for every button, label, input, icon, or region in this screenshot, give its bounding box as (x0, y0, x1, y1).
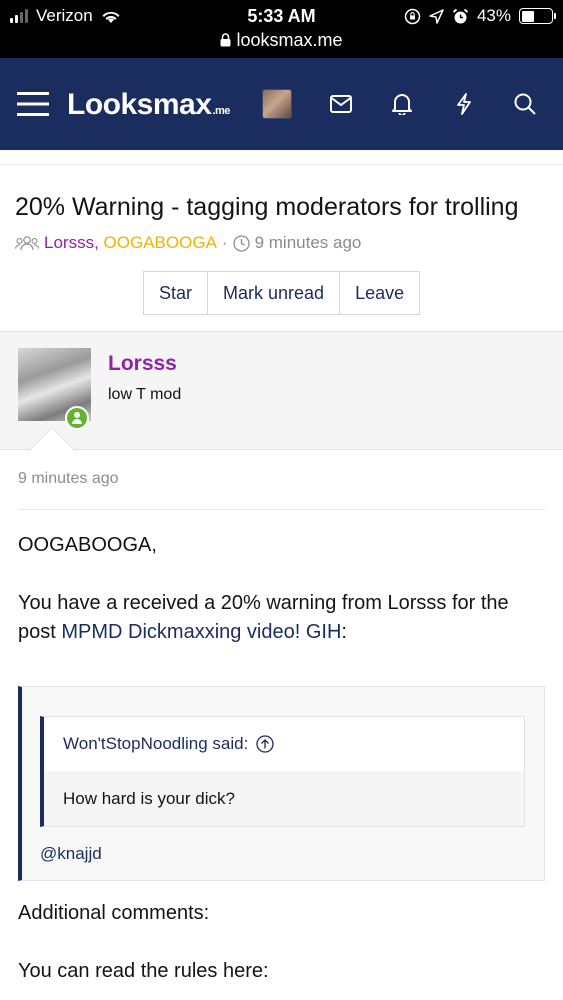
post-body-suffix: : (341, 621, 347, 643)
author-name[interactable]: Lorsss (108, 352, 177, 376)
bell-icon (392, 94, 412, 115)
search-icon (514, 93, 536, 115)
rules-text: You can read the rules here: (18, 960, 269, 982)
mention-link[interactable]: @knajjd (40, 844, 102, 864)
quote-header[interactable]: Won'tStopNoodling said: (44, 717, 524, 771)
post-link[interactable]: MPMD Dickmaxxing video! GIH (61, 621, 341, 643)
menu-button[interactable] (16, 58, 50, 150)
divider (18, 509, 545, 510)
thread-time: 9 minutes ago (254, 233, 362, 252)
url-text: looksmax.me (236, 30, 343, 50)
arrow-up-circle-icon[interactable] (256, 735, 274, 753)
page-title: 20% Warning - tagging moderators for tro… (15, 193, 519, 221)
menu-icon (17, 92, 49, 116)
site-navbar: Looksmax.me (0, 58, 563, 150)
author-title: low T mod (108, 386, 182, 403)
bolt-icon (457, 93, 471, 115)
star-button[interactable]: Star (144, 272, 209, 314)
online-indicator (65, 406, 89, 430)
logo-text: Looksmax (67, 88, 212, 121)
mail-icon (330, 95, 352, 113)
whats-new-button[interactable] (451, 58, 477, 150)
participant-separator: , (94, 233, 99, 252)
mark-unread-button[interactable]: Mark unread (208, 272, 341, 314)
nested-quote: Won'tStopNoodling said: How hard is your… (40, 716, 525, 827)
avatar[interactable] (262, 89, 292, 119)
thread-actions: Star Mark unread Leave (143, 271, 421, 315)
alarm-icon (452, 8, 469, 23)
post-body: You have a received a 20% warning from L… (18, 589, 548, 647)
user-online-icon (67, 408, 87, 428)
location-icon (429, 8, 444, 24)
battery-percent: 43% (476, 6, 511, 25)
post-date[interactable]: 9 minutes ago (18, 470, 119, 488)
quote-text: How hard is your dick? (63, 789, 235, 808)
alerts-button[interactable] (389, 58, 415, 150)
lock-icon (220, 33, 231, 47)
battery-icon (519, 8, 556, 24)
search-button[interactable] (511, 58, 539, 150)
clock-icon (232, 234, 250, 252)
leave-button[interactable]: Leave (340, 272, 420, 314)
participant-link-oogabooga[interactable]: OOGABOOGA (104, 233, 217, 252)
orientation-lock-icon (404, 8, 421, 24)
meta-separator: · (221, 233, 228, 252)
participants-icon (15, 236, 39, 251)
thread-meta: Lorsss, OOGABOOGA · 9 minutes ago (15, 233, 361, 253)
status-bar: Verizon 5:33 AM looksmax.me 43% (0, 0, 563, 58)
additional-comments: Additional comments: (18, 902, 210, 924)
divider (0, 164, 563, 165)
status-right: 43% (404, 6, 556, 26)
post-greeting: OOGABOOGA, (18, 534, 157, 556)
address-bar[interactable]: looksmax.me (0, 30, 563, 51)
site-logo[interactable]: Looksmax.me (67, 88, 230, 122)
quote-author: Won'tStopNoodling said: (63, 734, 249, 753)
logo-suffix: .me (212, 105, 230, 117)
inbox-button[interactable] (328, 58, 354, 150)
participant-link-lorsss[interactable]: Lorsss (44, 233, 94, 252)
